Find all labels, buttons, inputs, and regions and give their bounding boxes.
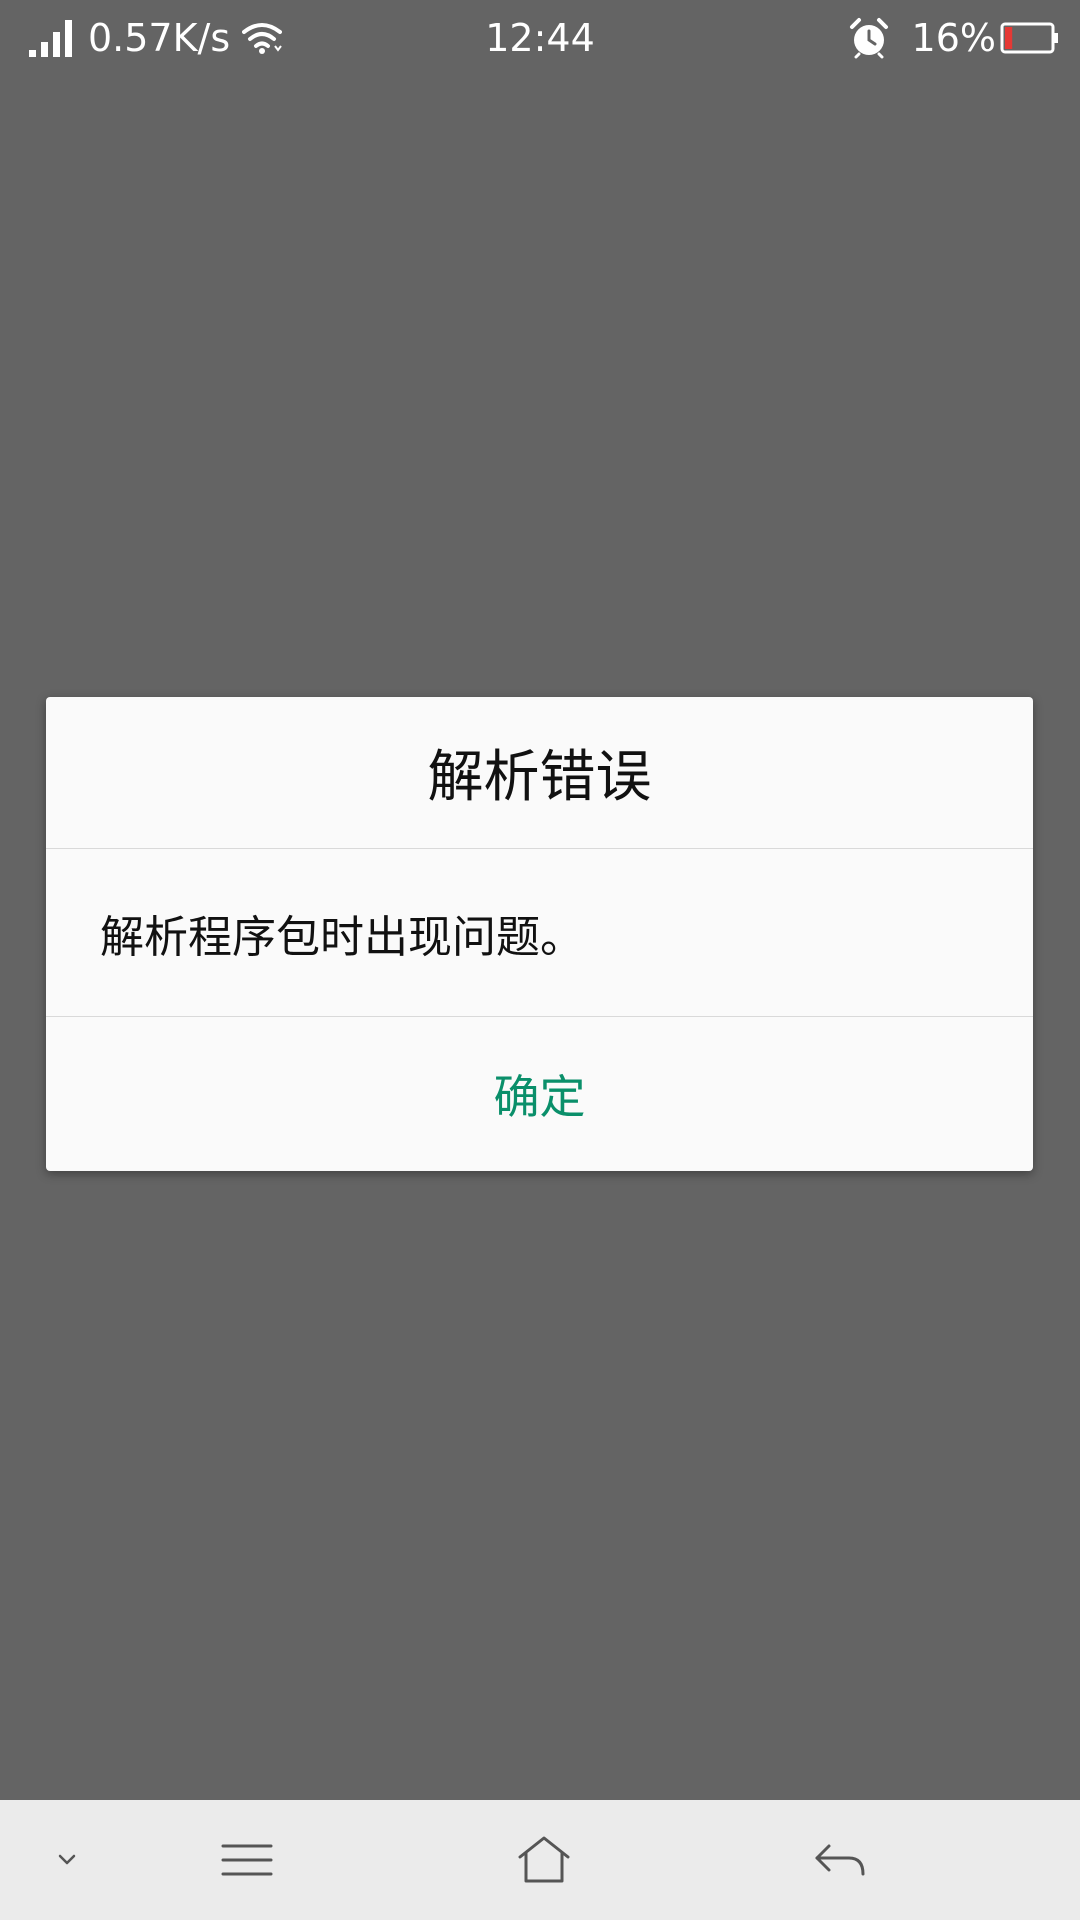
status-left: 0.57K/s <box>28 0 283 76</box>
dialog-title: 解析错误 <box>427 745 652 810</box>
alarm-icon <box>849 18 888 59</box>
collapse-button[interactable] <box>20 1800 114 1920</box>
chevron-down-icon <box>58 1854 76 1865</box>
back-icon <box>815 1844 865 1876</box>
network-speed: 0.57K/s <box>88 16 231 60</box>
confirm-button[interactable]: 确定 <box>46 1017 1033 1171</box>
signal-icon <box>29 20 72 57</box>
navigation-bar <box>0 1800 1080 1920</box>
dialog-message: 解析程序包时出现问题。 <box>100 911 584 963</box>
back-button[interactable] <box>793 1800 887 1920</box>
battery-percent: 16% <box>911 16 996 60</box>
home-button[interactable] <box>497 1800 591 1920</box>
error-dialog: 解析错误 解析程序包时出现问题。 确定 <box>46 697 1033 1171</box>
status-time: 12:44 <box>485 16 595 60</box>
menu-icon <box>221 1844 273 1876</box>
status-right: 16% <box>848 0 1060 76</box>
battery-icon <box>1000 22 1058 54</box>
wifi-icon <box>242 23 283 54</box>
battery-fill <box>1005 27 1013 49</box>
home-icon <box>518 1836 570 1883</box>
status-bar: 0.57K/s 12:44 16% <box>0 0 1080 76</box>
menu-button[interactable] <box>200 1800 294 1920</box>
screen: 0.57K/s 12:44 16% 解析错误 解析程序包时出现问题。 确定 <box>0 0 1080 1920</box>
